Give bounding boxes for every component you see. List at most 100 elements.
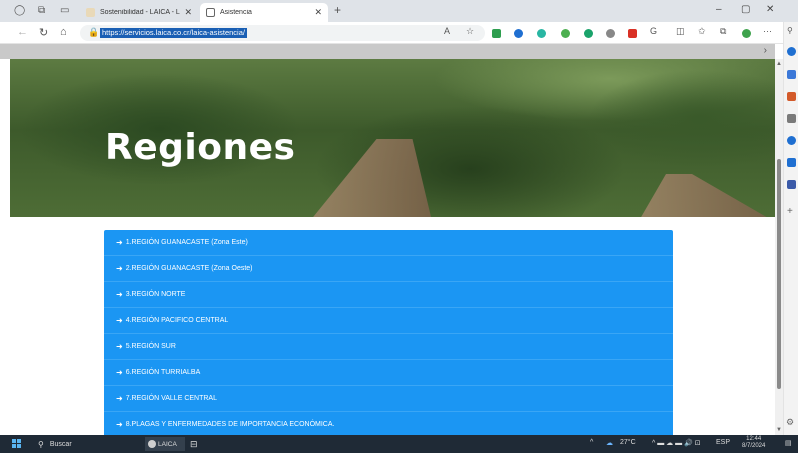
- windows-start-icon[interactable]: [12, 439, 22, 449]
- profile-icon[interactable]: ◯: [14, 5, 25, 16]
- weather-icon[interactable]: ☁: [606, 439, 613, 447]
- games-icon[interactable]: [787, 136, 796, 145]
- hero-banner: Regiones: [10, 59, 775, 217]
- arrow-right-icon: ➜: [116, 394, 123, 403]
- temperature-text[interactable]: 27°C: [620, 439, 636, 446]
- extension-icon[interactable]: [742, 29, 751, 38]
- task-view-icon[interactable]: ⊟: [190, 437, 198, 451]
- refresh-page-icon[interactable]: G: [650, 26, 657, 36]
- pdf-extension-icon[interactable]: [628, 29, 637, 38]
- tools-icon[interactable]: [787, 114, 796, 123]
- field-road-image: [311, 139, 448, 217]
- read-aloud-icon[interactable]: A: [444, 26, 450, 36]
- browser-tab-strip: ◯ ⧉ ▭ Sostenibilidad - LAICA - La Liga ✕…: [0, 0, 798, 22]
- region-label: 7.REGIÓN VALLE CENTRAL: [125, 395, 217, 402]
- favorites-bar: ›: [0, 44, 775, 59]
- settings-gear-icon[interactable]: ⚙: [786, 417, 794, 428]
- notifications-icon[interactable]: ▤: [785, 439, 792, 447]
- region-label: 4.REGIÓN PACIFICO CENTRAL: [125, 317, 229, 324]
- clock-date: 8/7/2024: [742, 443, 766, 449]
- tab-label: Asistencia: [220, 9, 252, 16]
- scroll-down-icon[interactable]: ▼: [776, 427, 782, 433]
- workspaces-icon[interactable]: ⧉: [38, 5, 45, 16]
- lock-icon[interactable]: 🔒: [88, 27, 99, 38]
- taskbar-app-laica[interactable]: LAICA: [145, 437, 185, 451]
- maximize-button[interactable]: ▢: [741, 4, 750, 15]
- region-label: 5.REGIÓN SUR: [125, 343, 176, 350]
- copilot-icon[interactable]: [787, 47, 796, 56]
- more-menu-icon[interactable]: ···: [763, 26, 772, 36]
- region-label: 2.REGIÓN GUANACASTE (Zona Oeste): [125, 265, 253, 272]
- region-label: 3.REGIÓN NORTE: [125, 291, 186, 298]
- extension-icon[interactable]: [561, 29, 570, 38]
- region-link-3[interactable]: ➜ 3.REGIÓN NORTE: [104, 282, 673, 308]
- search-icon: ⚲: [38, 439, 44, 449]
- address-bar[interactable]: 🔒 https://servicios.laica.co.cr/laica-as…: [80, 25, 485, 41]
- arrow-right-icon: ➜: [116, 342, 123, 351]
- tab-sostenibilidad[interactable]: Sostenibilidad - LAICA - La Liga ✕: [80, 3, 198, 22]
- taskbar-search[interactable]: ⚲ Buscar: [38, 438, 138, 450]
- back-arrow-icon[interactable]: ←: [17, 26, 28, 38]
- region-link-4[interactable]: ➜ 4.REGIÓN PACIFICO CENTRAL: [104, 308, 673, 334]
- region-link-1[interactable]: ➜ 1.REGIÓN GUANACASTE (Zona Este): [104, 230, 673, 256]
- arrow-right-icon: ➜: [116, 290, 123, 299]
- favorite-star-icon[interactable]: ☆: [466, 26, 474, 37]
- extension-icon[interactable]: [606, 29, 615, 38]
- arrow-right-icon: ➜: [116, 238, 123, 247]
- favorites-icon[interactable]: ✩: [698, 26, 706, 37]
- shopping-icon[interactable]: [787, 92, 796, 101]
- field-road-image: [640, 174, 770, 217]
- tab-label: Sostenibilidad - LAICA - La Liga: [100, 9, 180, 16]
- page-title: Regiones: [105, 127, 296, 168]
- home-icon[interactable]: ⌂: [60, 26, 67, 38]
- extension-icon[interactable]: [514, 29, 523, 38]
- extension-icon[interactable]: [584, 29, 593, 38]
- arrow-right-icon: ➜: [116, 420, 123, 429]
- arrow-right-icon: ➜: [116, 368, 123, 377]
- outlook-icon[interactable]: [787, 180, 796, 189]
- region-label: 1.REGIÓN GUANACASTE (Zona Este): [125, 239, 248, 246]
- close-window-button[interactable]: ✕: [766, 4, 774, 15]
- search-placeholder: Buscar: [49, 440, 72, 448]
- page-content: Regiones ➜ 1.REGIÓN GUANACASTE (Zona Este…: [0, 59, 775, 435]
- close-icon[interactable]: ✕: [314, 7, 322, 18]
- refresh-icon[interactable]: ↻: [39, 26, 48, 39]
- url-text[interactable]: https://servicios.laica.co.cr/laica-asis…: [100, 28, 247, 38]
- add-icon[interactable]: +: [787, 206, 793, 217]
- windows-taskbar: ⚲ Buscar LAICA ⊟ ^ ☁ 27°C ^ ▬ ☁ ▬ 🔊 ⊡ ES…: [0, 435, 798, 453]
- region-label: 6.REGIÓN TURRIALBA: [125, 369, 201, 376]
- region-link-8[interactable]: ➜ 8.PLAGAS Y ENFERMEDADES DE IMPORTANCIA …: [104, 412, 673, 435]
- minimize-button[interactable]: –: [716, 4, 722, 15]
- page-scrollbar[interactable]: ▲ ▼: [775, 59, 783, 435]
- chevron-right-icon[interactable]: ›: [764, 45, 767, 56]
- page-favicon-icon: [206, 8, 215, 17]
- close-icon[interactable]: ✕: [184, 7, 192, 18]
- region-link-5[interactable]: ➜ 5.REGIÓN SUR: [104, 334, 673, 360]
- tab-actions-icon[interactable]: ▭: [60, 5, 69, 16]
- browser-toolbar: ← ↻ ⌂ 🔒 https://servicios.laica.co.cr/la…: [0, 22, 798, 44]
- scrollbar-thumb[interactable]: [777, 159, 781, 389]
- tab-asistencia[interactable]: Asistencia ✕: [200, 3, 328, 22]
- language-indicator[interactable]: ESP: [716, 439, 730, 446]
- collections-icon[interactable]: ⧉: [720, 26, 726, 37]
- tray-icons[interactable]: ^ ▬ ☁ ▬ 🔊 ⊡: [652, 439, 701, 447]
- regions-list: ➜ 1.REGIÓN GUANACASTE (Zona Este) ➜ 2.REGI…: [104, 230, 673, 435]
- scroll-up-icon[interactable]: ▲: [776, 61, 782, 67]
- split-screen-icon[interactable]: ◫: [676, 26, 685, 37]
- show-hidden-icons-icon[interactable]: ^: [590, 439, 593, 446]
- laica-app-icon: [148, 440, 156, 448]
- clock-time: 12:44: [746, 436, 762, 442]
- region-link-6[interactable]: ➜ 6.REGIÓN TURRIALBA: [104, 360, 673, 386]
- extension-icon[interactable]: [492, 29, 501, 38]
- search-icon[interactable]: ⚲: [787, 26, 793, 35]
- sidebar-app-icon[interactable]: [787, 70, 796, 79]
- region-link-7[interactable]: ➜ 7.REGIÓN VALLE CENTRAL: [104, 386, 673, 412]
- clock[interactable]: 12:44 8/7/2024: [742, 436, 765, 450]
- region-link-2[interactable]: ➜ 2.REGIÓN GUANACASTE (Zona Oeste): [104, 256, 673, 282]
- region-label: 8.PLAGAS Y ENFERMEDADES DE IMPORTANCIA E…: [125, 421, 335, 428]
- office-icon[interactable]: [787, 158, 796, 167]
- extension-icon[interactable]: [537, 29, 546, 38]
- arrow-right-icon: ➜: [116, 264, 123, 273]
- new-tab-button[interactable]: +: [334, 3, 341, 17]
- arrow-right-icon: ➜: [116, 316, 123, 325]
